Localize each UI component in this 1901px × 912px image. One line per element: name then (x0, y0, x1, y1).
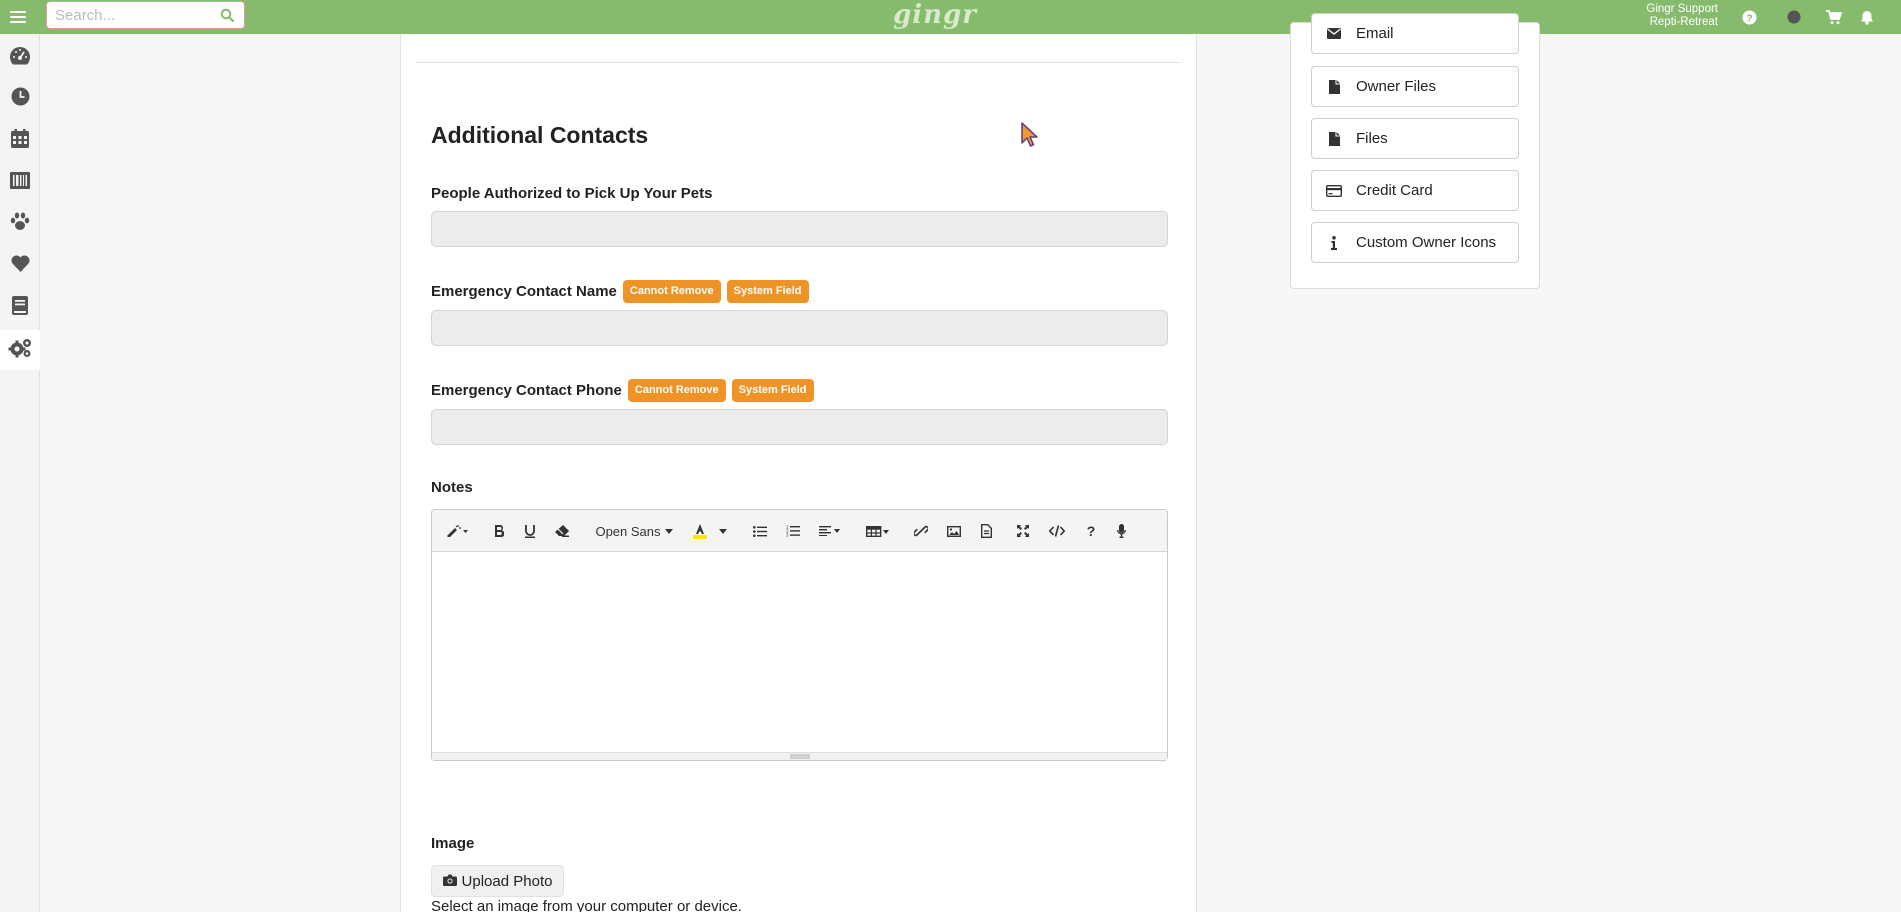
sidebar-item-settings[interactable] (0, 330, 40, 370)
gears-icon (8, 338, 32, 363)
section-divider (416, 62, 1181, 63)
search-input[interactable] (55, 2, 215, 28)
file-icon (1312, 131, 1356, 146)
menu-icon[interactable] (10, 6, 26, 28)
font-family-value: Open Sans (595, 523, 661, 539)
upload-photo-label: Upload Photo (461, 872, 553, 890)
svg-text:3: 3 (786, 533, 789, 538)
notes-rich-text-editor: Open Sans 123 ? (431, 509, 1168, 761)
info-icon (1312, 235, 1356, 250)
font-family-dropdown[interactable]: Open Sans (594, 519, 674, 543)
fullscreen-icon[interactable] (1015, 519, 1031, 543)
cannot-remove-badge: Cannot Remove (622, 280, 721, 303)
editor-resize-handle[interactable] (432, 752, 1167, 760)
dashboard-icon (9, 46, 31, 71)
notes-editor-content[interactable] (432, 552, 1167, 752)
email-button[interactable]: Email (1311, 13, 1519, 54)
files-button[interactable]: Files (1311, 118, 1519, 159)
sidebar-item-barcode[interactable] (0, 163, 40, 203)
search-box (46, 1, 245, 29)
section-title: Additional Contacts (431, 122, 649, 148)
upload-photo-button[interactable]: Upload Photo (431, 865, 564, 897)
authorized-pickup-input[interactable] (431, 211, 1168, 247)
table-dropdown-icon[interactable] (865, 519, 891, 543)
field-label-emergency-phone: Emergency Contact Phone Cannot Remove Sy… (431, 379, 814, 402)
field-label-authorized-pickup: People Authorized to Pick Up Your Pets (431, 185, 712, 202)
link-icon[interactable] (913, 519, 929, 543)
field-label-text: Emergency Contact Phone (431, 382, 622, 399)
sidebar-item-pets[interactable] (0, 204, 40, 244)
image-label: Image (431, 835, 475, 852)
microphone-icon[interactable] (1114, 519, 1128, 543)
sidebar-item-time[interactable] (0, 79, 40, 119)
credit-card-button[interactable]: Credit Card (1311, 170, 1519, 211)
notification-bell-icon[interactable] (1857, 7, 1877, 27)
color-dropdown-arrow-icon[interactable] (718, 519, 728, 543)
owner-files-button-label: Owner Files (1356, 78, 1437, 95)
files-button-label: Files (1356, 130, 1388, 147)
notes-label: Notes (431, 479, 473, 496)
help-question-icon[interactable]: ? (1084, 519, 1098, 543)
left-sidebar (0, 34, 40, 912)
editor-toolbar: Open Sans 123 ? (432, 510, 1167, 552)
sidebar-item-dashboard[interactable] (0, 38, 40, 78)
upload-help-text: Select an image from your computer or de… (431, 898, 742, 912)
sidebar-item-calendar[interactable] (0, 121, 40, 161)
calendar-icon (11, 129, 29, 153)
search-icon[interactable] (220, 8, 235, 27)
status-indicator-icon[interactable] (1784, 7, 1804, 27)
barcode-icon (10, 172, 30, 194)
owner-form-panel: Additional Contacts People Authorized to… (400, 34, 1197, 912)
email-button-label: Email (1356, 25, 1394, 42)
custom-owner-icons-button-label: Custom Owner Icons (1356, 234, 1497, 251)
camera-icon (442, 873, 457, 890)
owner-actions-card: Email Owner Files Files Credit Card Cust… (1290, 13, 1540, 289)
text-color-icon[interactable] (692, 519, 708, 543)
bullet-list-icon[interactable] (752, 519, 768, 543)
credit-card-icon (1312, 184, 1356, 197)
owner-files-button[interactable]: Owner Files (1311, 66, 1519, 107)
credit-card-button-label: Credit Card (1356, 182, 1433, 199)
underline-icon[interactable] (523, 519, 537, 543)
svg-text:?: ? (1746, 13, 1752, 24)
clock-icon (11, 87, 30, 111)
user-info[interactable]: Gingr Support Repti-Retreat (1646, 3, 1718, 29)
resize-grip[interactable] (790, 754, 810, 759)
top-navigation-bar: gingr Gingr Support Repti-Retreat ? (0, 0, 1901, 34)
style-magic-icon[interactable] (444, 519, 470, 543)
field-label-text: Emergency Contact Name (431, 283, 617, 300)
eraser-icon[interactable] (554, 519, 570, 543)
book-icon (12, 296, 28, 320)
document-icon[interactable] (978, 519, 994, 543)
emergency-contact-name-input[interactable] (431, 310, 1168, 346)
user-location: Repti-Retreat (1649, 16, 1718, 28)
user-name: Gingr Support (1646, 3, 1718, 15)
help-icon[interactable]: ? (1739, 7, 1759, 27)
file-icon (1312, 79, 1356, 94)
field-label-text: People Authorized to Pick Up Your Pets (431, 185, 713, 202)
image-icon[interactable] (946, 519, 962, 543)
field-label-emergency-name: Emergency Contact Name Cannot Remove Sys… (431, 280, 809, 303)
sidebar-item-favorites[interactable] (0, 246, 40, 286)
system-field-badge: System Field (726, 280, 809, 303)
align-dropdown-icon[interactable] (817, 519, 843, 543)
system-field-badge: System Field (731, 379, 814, 402)
cannot-remove-badge: Cannot Remove (627, 379, 726, 402)
cart-icon[interactable] (1824, 7, 1844, 27)
gingr-logo[interactable]: gingr (890, 0, 980, 32)
emergency-contact-phone-input[interactable] (431, 409, 1168, 445)
numbered-list-icon[interactable]: 123 (785, 519, 801, 543)
bold-icon[interactable] (492, 519, 506, 543)
sidebar-item-reports[interactable] (0, 288, 40, 328)
heart-icon (11, 255, 30, 277)
custom-owner-icons-button[interactable]: Custom Owner Icons (1311, 222, 1519, 263)
envelope-icon (1312, 28, 1356, 39)
mouse-cursor (1021, 122, 1039, 148)
paw-icon (10, 212, 30, 236)
code-view-icon[interactable] (1048, 519, 1066, 543)
